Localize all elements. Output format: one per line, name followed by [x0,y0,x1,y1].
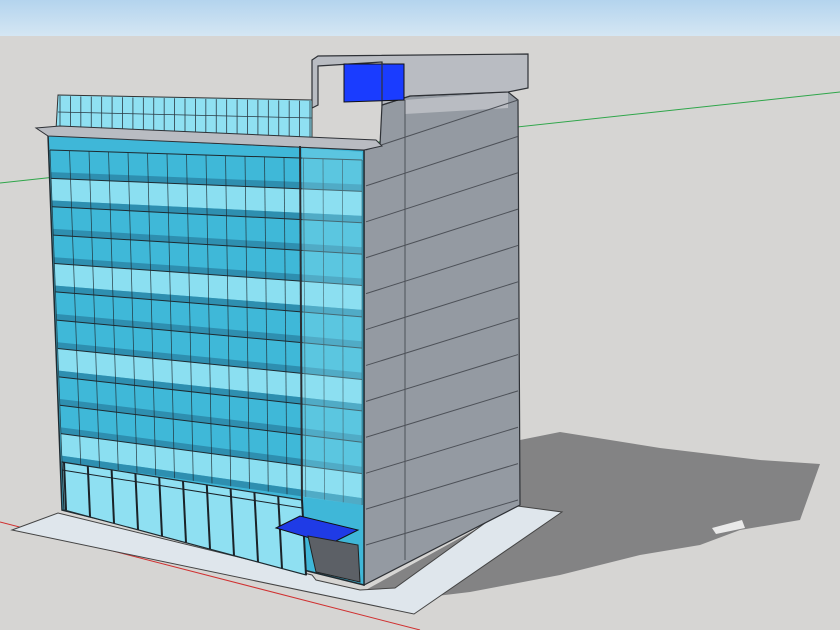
3d-viewport[interactable] [0,0,840,630]
rooftop-glass [343,63,405,103]
facade-glazing-grid [49,148,363,505]
corner-glazing [302,148,362,505]
side-wall [363,91,521,586]
building-model[interactable] [0,0,840,630]
